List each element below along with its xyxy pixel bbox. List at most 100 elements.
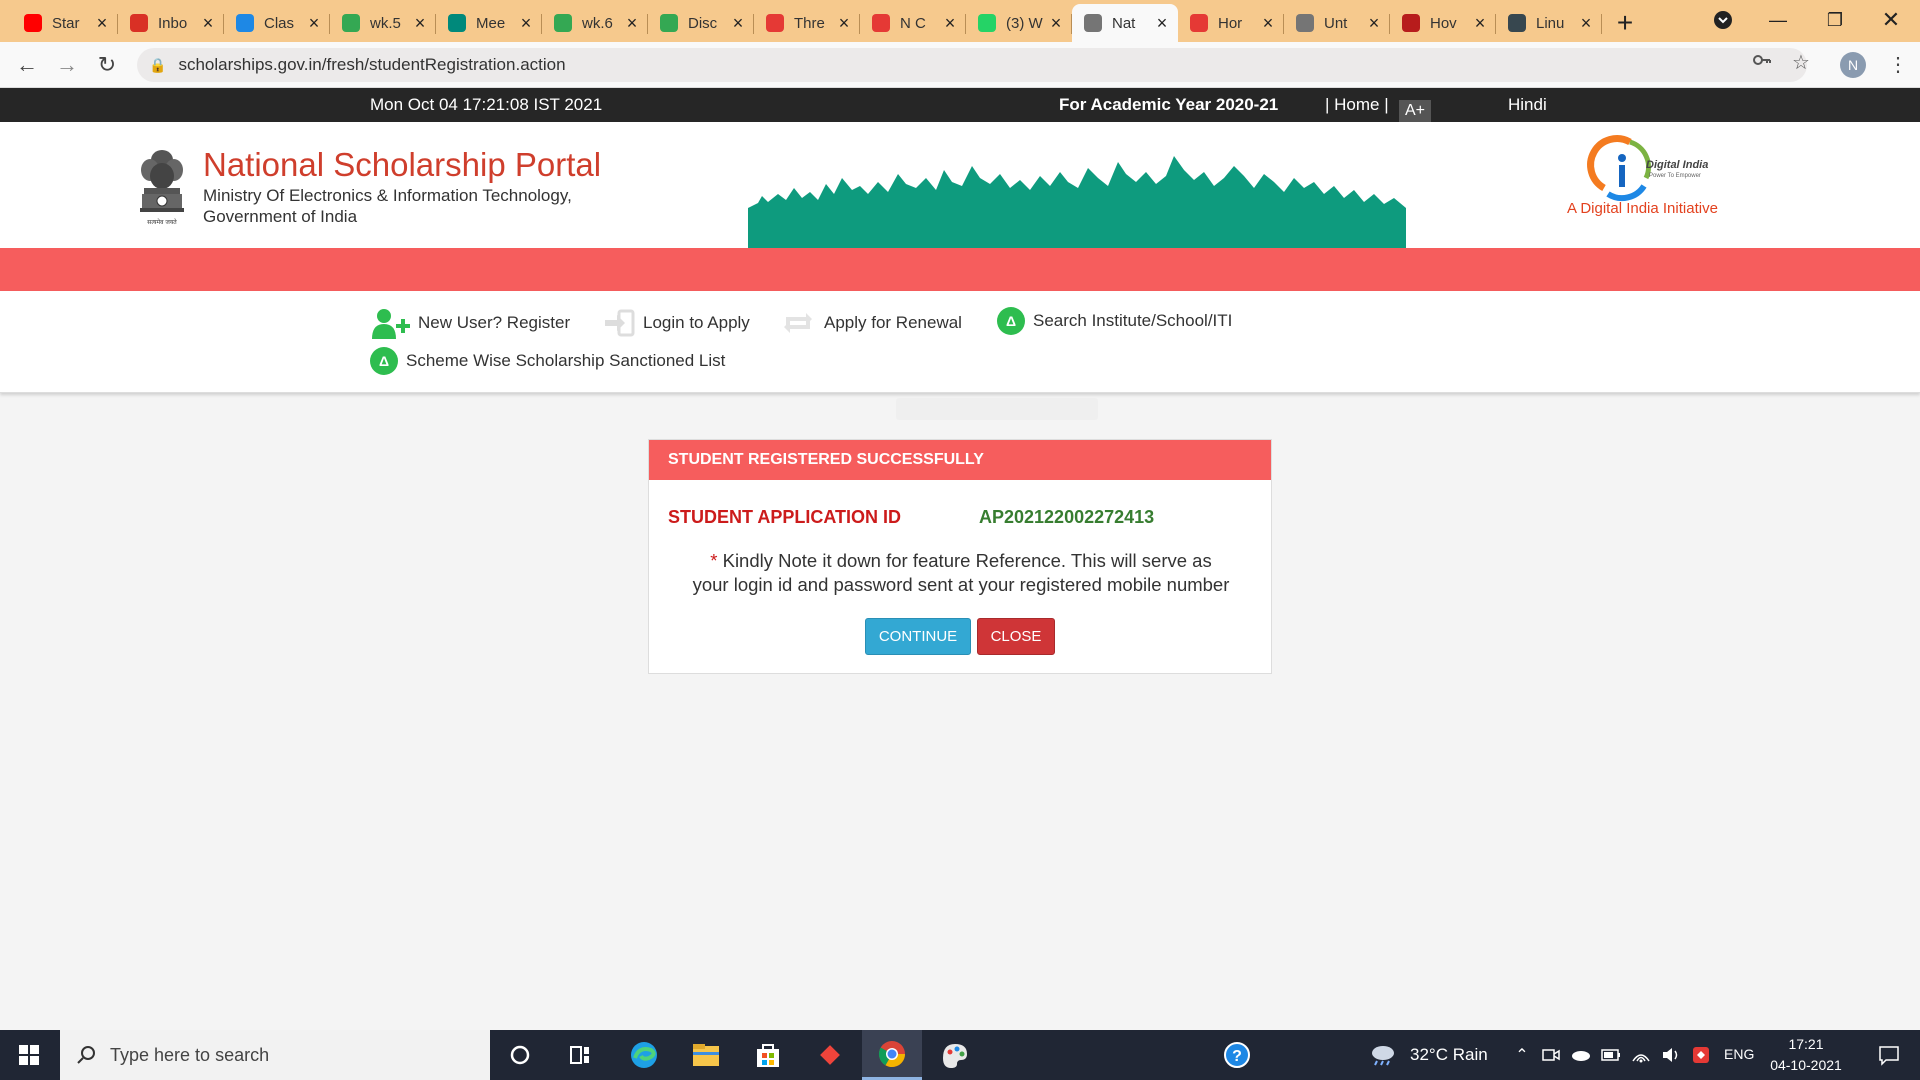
weather-cloud-icon[interactable] [1368, 1030, 1398, 1080]
reload-icon[interactable]: ↻ [92, 50, 122, 80]
site-title[interactable]: National Scholarship Portal [203, 146, 601, 184]
lock-icon: 🔒 [149, 56, 167, 73]
weather-text[interactable]: 32°C Rain [1410, 1045, 1488, 1065]
taskbar-search-input[interactable]: Type here to search [60, 1030, 490, 1080]
tab-close-icon[interactable]: × [94, 13, 110, 34]
tab-close-icon[interactable]: × [1260, 13, 1276, 34]
notification-icon[interactable] [1864, 1030, 1914, 1080]
menu-login-to-apply[interactable]: Login to Apply [603, 309, 750, 337]
browser-tab[interactable]: N C × [860, 4, 966, 42]
browser-tab[interactable]: Unt × [1284, 4, 1390, 42]
clock-date[interactable]: 04-10-2021 [1770, 1057, 1842, 1073]
hindi-link[interactable]: Hindi [1508, 95, 1547, 115]
anydesk-icon[interactable] [806, 1030, 854, 1080]
store-icon[interactable] [744, 1030, 792, 1080]
browser-tab[interactable]: Disc × [648, 4, 754, 42]
vivaldi-icon [766, 14, 784, 32]
tab-close-icon[interactable]: × [200, 13, 216, 34]
file-explorer-icon[interactable] [682, 1030, 730, 1080]
profile-avatar[interactable]: N [1840, 52, 1866, 78]
restore-icon[interactable]: ❐ [1812, 0, 1858, 40]
tab-close-icon[interactable]: × [306, 13, 322, 34]
clock-time[interactable]: 17:21 [1770, 1036, 1842, 1052]
browser-tab[interactable]: Clas × [224, 4, 330, 42]
dialog-note: * Kindly Note it down for feature Refere… [649, 549, 1273, 597]
wifi-icon[interactable] [1628, 1030, 1654, 1080]
browser-tab[interactable]: Thre × [754, 4, 860, 42]
add-user-icon [370, 307, 410, 339]
register-label: New User? Register [418, 313, 571, 332]
task-view-icon[interactable] [556, 1030, 604, 1080]
tray-chevron-up-icon[interactable]: ⌃ [1510, 1030, 1534, 1080]
windows-start-icon[interactable] [0, 1030, 58, 1080]
browser-tab[interactable]: (3) W × [966, 4, 1072, 42]
tab-title: (3) W [1006, 14, 1043, 32]
tab-close-icon[interactable]: × [1154, 13, 1170, 34]
back-icon[interactable]: ← [12, 50, 42, 80]
paint-icon[interactable] [930, 1030, 978, 1080]
browser-toolbar: ← → ↻ 🔒 scholarships.gov.in/fresh/studen… [0, 42, 1920, 88]
drive-icon [660, 14, 678, 32]
tab-close-icon[interactable]: × [1472, 13, 1488, 34]
tab-close-icon[interactable]: × [412, 13, 428, 34]
menu-new-user-register[interactable]: New User? Register [370, 307, 570, 339]
tab-close-icon[interactable]: × [942, 13, 958, 34]
tab-close-icon[interactable]: × [518, 13, 534, 34]
new-tab-button[interactable]: + [1602, 4, 1648, 42]
help-icon[interactable]: ? [1212, 1030, 1262, 1080]
chrome-taskbar-icon[interactable] [862, 1030, 922, 1080]
globe-icon [1084, 14, 1102, 32]
edge-icon[interactable] [620, 1030, 668, 1080]
app-tray-icon[interactable] [1688, 1030, 1714, 1080]
tab-close-icon[interactable]: × [1578, 13, 1594, 34]
browser-tab[interactable]: Hov × [1390, 4, 1496, 42]
tab-close-icon[interactable]: × [624, 13, 640, 34]
tab-close-icon[interactable]: × [836, 13, 852, 34]
search-placeholder: Type here to search [110, 1044, 270, 1065]
font-increase-button[interactable]: A+ [1399, 100, 1432, 122]
browser-tab[interactable]: Mee × [436, 4, 542, 42]
classroom-icon [236, 14, 254, 32]
menu-dots-icon[interactable]: ⋮ [1888, 52, 1908, 77]
academic-year-text: For Academic Year 2020-21 [1059, 95, 1279, 114]
tab-search-icon[interactable] [1700, 0, 1746, 40]
browser-tab[interactable]: wk.5 × [330, 4, 436, 42]
government-text: Government of India [203, 207, 358, 226]
home-link[interactable]: | Home | [1325, 95, 1389, 115]
tab-close-icon[interactable]: × [1366, 13, 1382, 34]
browser-tab[interactable]: Hor × [1178, 4, 1284, 42]
browser-tab[interactable]: Inbo × [118, 4, 224, 42]
onedrive-icon[interactable] [1568, 1030, 1594, 1080]
language-indicator[interactable]: ENG [1724, 1046, 1754, 1062]
browser-tab[interactable]: wk.6 × [542, 4, 648, 42]
menu-apply-for-renewal[interactable]: Apply for Renewal [780, 309, 962, 337]
browser-tab[interactable]: Linu × [1496, 4, 1602, 42]
tab-title: Hov [1430, 14, 1457, 32]
minimize-icon[interactable]: — [1755, 0, 1801, 40]
browser-tab-strip: Star × Inbo × Clas × wk.5 × Mee × wk.6 × Disc × Thre × N… [0, 0, 1920, 42]
login-label: Login to Apply [643, 313, 750, 332]
national-emblem-icon: सत्यमेव जयते [140, 150, 184, 226]
forward-icon[interactable]: → [52, 50, 82, 80]
bookmark-star-icon[interactable]: ☆ [1792, 50, 1810, 75]
browser-tab[interactable]: Star × [12, 4, 118, 42]
menu-search-institute[interactable]: Δ Search Institute/School/ITI [997, 307, 1232, 335]
menu-scheme-sanctioned-list[interactable]: Δ Scheme Wise Scholarship Sanctioned Lis… [370, 347, 725, 375]
url-text: scholarships.gov.in/fresh/studentRegistr… [178, 55, 566, 74]
cortana-icon[interactable] [496, 1030, 544, 1080]
meet-now-icon[interactable] [1538, 1030, 1564, 1080]
battery-icon[interactable] [1598, 1030, 1624, 1080]
volume-icon[interactable] [1658, 1030, 1684, 1080]
continue-button[interactable]: CONTINUE [865, 618, 971, 655]
note-line-1: Kindly Note it down for feature Referenc… [722, 550, 1212, 571]
close-button[interactable]: CLOSE [977, 618, 1055, 655]
tab-close-icon[interactable]: × [730, 13, 746, 34]
browser-tab[interactable]: Nat × [1072, 4, 1178, 42]
address-bar[interactable]: 🔒 scholarships.gov.in/fresh/studentRegis… [137, 48, 1807, 82]
close-window-icon[interactable]: ✕ [1866, 0, 1916, 40]
emblem-motto: सत्यमेव जयते [147, 218, 177, 226]
tab-title: Disc [688, 14, 718, 32]
key-icon[interactable] [1752, 50, 1772, 76]
tab-close-icon[interactable]: × [1048, 13, 1064, 34]
renewal-icon [780, 309, 816, 337]
